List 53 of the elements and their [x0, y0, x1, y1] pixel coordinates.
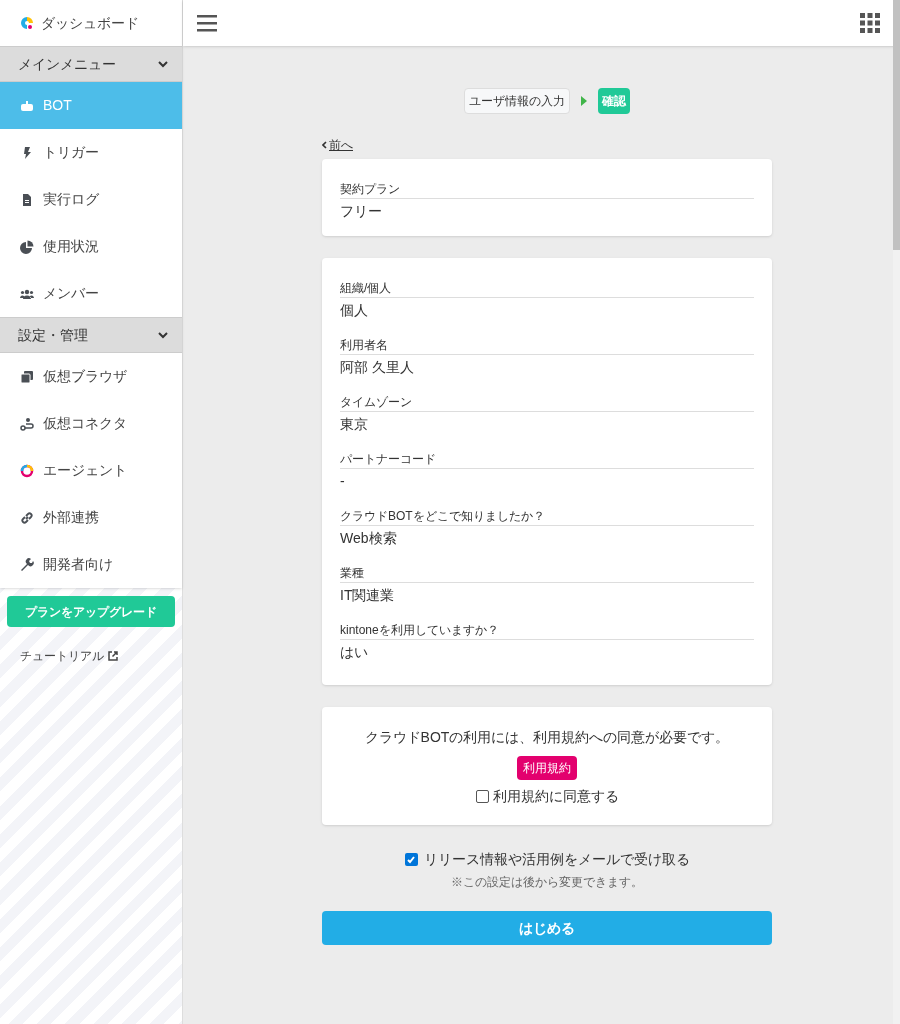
sidebar-item[interactable]: 仮想コネクタ — [0, 400, 182, 447]
sidebar-item[interactable]: 開発者向け — [0, 541, 182, 588]
field-label: パートナーコード — [340, 451, 754, 469]
chevron-left-icon — [322, 141, 327, 149]
apps-grid-icon[interactable] — [860, 13, 880, 33]
menu-icon[interactable] — [197, 14, 217, 32]
step-indicator: ユーザ情報の入力 — [464, 88, 570, 114]
sidebar-item[interactable]: 仮想ブラウザ — [0, 353, 182, 400]
field-value: フリー — [340, 202, 383, 221]
sidebar-item[interactable]: エージェント — [0, 447, 182, 494]
field-value: はい — [340, 643, 369, 662]
section-header[interactable]: 設定・管理 — [0, 317, 182, 353]
field-value: 阿部 久里人 — [340, 358, 415, 377]
field-label: クラウドBOTをどこで知りましたか？ — [340, 508, 754, 526]
section-header[interactable]: メインメニュー — [0, 46, 182, 82]
checkbox[interactable] — [404, 853, 418, 866]
field-value: - — [340, 472, 346, 491]
newsletter-label: リリース情報や活用例をメールで受け取る — [423, 850, 690, 869]
pie-chart-icon — [20, 239, 34, 254]
field-label: 業種 — [340, 565, 754, 583]
dashboard-logo-icon — [20, 16, 34, 30]
settings-note: ※この設定は後から変更できます。 — [450, 874, 644, 891]
dashboard-item[interactable]: ダッシュボード — [0, 0, 182, 46]
field-label: 利用者名 — [340, 337, 754, 355]
wrench-icon — [20, 557, 34, 572]
field-label: kintoneを利用していますか？ — [340, 622, 754, 640]
checkbox[interactable] — [475, 790, 489, 803]
field-value: IT関連業 — [340, 586, 396, 605]
document-icon — [20, 192, 34, 207]
back-link[interactable]: 前へ — [322, 136, 353, 154]
field-label: タイムゾーン — [340, 394, 754, 412]
sidebar-item[interactable]: 使用状況 — [0, 223, 182, 270]
field-value: 個人 — [340, 301, 369, 320]
field-value: 東京 — [340, 415, 369, 434]
agent-logo-icon — [20, 463, 34, 478]
sidebar-item[interactable]: トリガー — [0, 129, 182, 176]
agree-label: 利用規約に同意する — [492, 787, 619, 806]
sidebar-item[interactable]: 実行ログ — [0, 176, 182, 223]
link-icon — [20, 510, 34, 525]
scrollbar-thumb[interactable] — [893, 0, 900, 250]
terms-button[interactable]: 利用規約 — [517, 756, 577, 780]
field-value: Web検索 — [340, 529, 398, 548]
tutorial-link[interactable]: チュートリアル — [20, 647, 118, 665]
connector-icon — [20, 416, 34, 431]
windows-icon — [20, 369, 34, 384]
field-label: 組織/個人 — [340, 280, 754, 298]
step-indicator: 確認 — [598, 88, 630, 114]
robot-icon — [20, 98, 34, 113]
sidebar-item[interactable]: メンバー — [0, 270, 182, 317]
sidebar-item[interactable]: 外部連携 — [0, 494, 182, 541]
external-link-icon — [108, 651, 118, 661]
field-label: 契約プラン — [340, 181, 754, 199]
terms-message: クラウドBOTの利用には、利用規約への同意が必要です。 — [364, 728, 730, 747]
